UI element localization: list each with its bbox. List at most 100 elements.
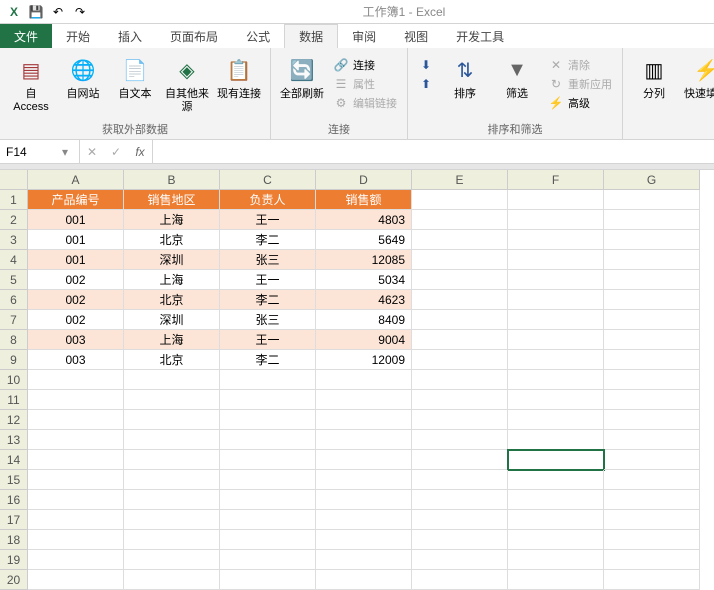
row-header-7[interactable]: 7 — [0, 310, 28, 330]
cell-A15[interactable] — [28, 470, 124, 490]
cell-A7[interactable]: 002 — [28, 310, 124, 330]
cell-A10[interactable] — [28, 370, 124, 390]
row-header-13[interactable]: 13 — [0, 430, 28, 450]
sort-asc-button[interactable]: ⬇ — [414, 56, 438, 74]
cell-C4[interactable]: 张三 — [220, 250, 316, 270]
sort-button[interactable]: ⇅排序 — [440, 52, 490, 103]
cell-A17[interactable] — [28, 510, 124, 530]
cell-B17[interactable] — [124, 510, 220, 530]
formula-cancel-button[interactable]: ✕ — [80, 140, 104, 163]
cell-E7[interactable] — [412, 310, 508, 330]
filter-button[interactable]: ▼筛选 — [492, 52, 542, 103]
cell-D9[interactable]: 12009 — [316, 350, 412, 370]
cell-C16[interactable] — [220, 490, 316, 510]
name-box-dropdown-icon[interactable]: ▾ — [57, 145, 73, 159]
cell-G6[interactable] — [604, 290, 700, 310]
cell-G12[interactable] — [604, 410, 700, 430]
cell-C9[interactable]: 李二 — [220, 350, 316, 370]
cell-G19[interactable] — [604, 550, 700, 570]
row-header-19[interactable]: 19 — [0, 550, 28, 570]
text-to-columns-button[interactable]: ▥分列 — [629, 52, 679, 103]
cell-B7[interactable]: 深圳 — [124, 310, 220, 330]
cell-A8[interactable]: 003 — [28, 330, 124, 350]
cell-A1[interactable]: 产品编号 — [28, 190, 124, 210]
cell-D3[interactable]: 5649 — [316, 230, 412, 250]
cell-A18[interactable] — [28, 530, 124, 550]
cell-B18[interactable] — [124, 530, 220, 550]
edit-links-button[interactable]: ⚙编辑链接 — [329, 94, 401, 112]
cell-A16[interactable] — [28, 490, 124, 510]
row-header-12[interactable]: 12 — [0, 410, 28, 430]
cell-F10[interactable] — [508, 370, 604, 390]
cell-A2[interactable]: 001 — [28, 210, 124, 230]
cell-F14[interactable] — [508, 450, 604, 470]
cell-B6[interactable]: 北京 — [124, 290, 220, 310]
cell-F8[interactable] — [508, 330, 604, 350]
cell-D13[interactable] — [316, 430, 412, 450]
cell-E6[interactable] — [412, 290, 508, 310]
cell-C10[interactable] — [220, 370, 316, 390]
cell-E4[interactable] — [412, 250, 508, 270]
col-header-A[interactable]: A — [28, 170, 124, 190]
cell-F12[interactable] — [508, 410, 604, 430]
cell-F11[interactable] — [508, 390, 604, 410]
cell-G18[interactable] — [604, 530, 700, 550]
cell-B10[interactable] — [124, 370, 220, 390]
cell-B3[interactable]: 北京 — [124, 230, 220, 250]
col-header-C[interactable]: C — [220, 170, 316, 190]
row-header-20[interactable]: 20 — [0, 570, 28, 590]
select-all-corner[interactable] — [0, 170, 28, 190]
cell-D5[interactable]: 5034 — [316, 270, 412, 290]
cell-D17[interactable] — [316, 510, 412, 530]
cell-C3[interactable]: 李二 — [220, 230, 316, 250]
cell-C13[interactable] — [220, 430, 316, 450]
cell-C8[interactable]: 王一 — [220, 330, 316, 350]
cell-D4[interactable]: 12085 — [316, 250, 412, 270]
cell-B2[interactable]: 上海 — [124, 210, 220, 230]
cell-F4[interactable] — [508, 250, 604, 270]
cell-F18[interactable] — [508, 530, 604, 550]
cell-F1[interactable] — [508, 190, 604, 210]
row-header-18[interactable]: 18 — [0, 530, 28, 550]
cell-A4[interactable]: 001 — [28, 250, 124, 270]
cell-E19[interactable] — [412, 550, 508, 570]
cell-F2[interactable] — [508, 210, 604, 230]
row-header-3[interactable]: 3 — [0, 230, 28, 250]
cell-F13[interactable] — [508, 430, 604, 450]
cell-G15[interactable] — [604, 470, 700, 490]
row-header-5[interactable]: 5 — [0, 270, 28, 290]
cell-E5[interactable] — [412, 270, 508, 290]
cell-C5[interactable]: 王一 — [220, 270, 316, 290]
cell-G16[interactable] — [604, 490, 700, 510]
cell-C20[interactable] — [220, 570, 316, 590]
col-header-D[interactable]: D — [316, 170, 412, 190]
cell-F19[interactable] — [508, 550, 604, 570]
cell-E20[interactable] — [412, 570, 508, 590]
cell-A9[interactable]: 003 — [28, 350, 124, 370]
cell-B5[interactable]: 上海 — [124, 270, 220, 290]
redo-button[interactable]: ↷ — [70, 2, 90, 22]
name-box[interactable]: F14 ▾ — [0, 140, 80, 163]
row-header-17[interactable]: 17 — [0, 510, 28, 530]
cell-C11[interactable] — [220, 390, 316, 410]
cell-D15[interactable] — [316, 470, 412, 490]
cell-E14[interactable] — [412, 450, 508, 470]
row-header-1[interactable]: 1 — [0, 190, 28, 210]
cell-G17[interactable] — [604, 510, 700, 530]
cell-C12[interactable] — [220, 410, 316, 430]
cell-B1[interactable]: 销售地区 — [124, 190, 220, 210]
cell-D12[interactable] — [316, 410, 412, 430]
cell-A14[interactable] — [28, 450, 124, 470]
cell-A5[interactable]: 002 — [28, 270, 124, 290]
cell-A12[interactable] — [28, 410, 124, 430]
existing-conn-button[interactable]: 📋现有连接 — [214, 52, 264, 103]
cell-G13[interactable] — [604, 430, 700, 450]
cell-G14[interactable] — [604, 450, 700, 470]
cell-G8[interactable] — [604, 330, 700, 350]
clear-filter-button[interactable]: ✕清除 — [544, 56, 616, 74]
cell-G1[interactable] — [604, 190, 700, 210]
cell-A3[interactable]: 001 — [28, 230, 124, 250]
cell-A20[interactable] — [28, 570, 124, 590]
cell-D8[interactable]: 9004 — [316, 330, 412, 350]
tab-页面布局[interactable]: 页面布局 — [156, 24, 232, 48]
